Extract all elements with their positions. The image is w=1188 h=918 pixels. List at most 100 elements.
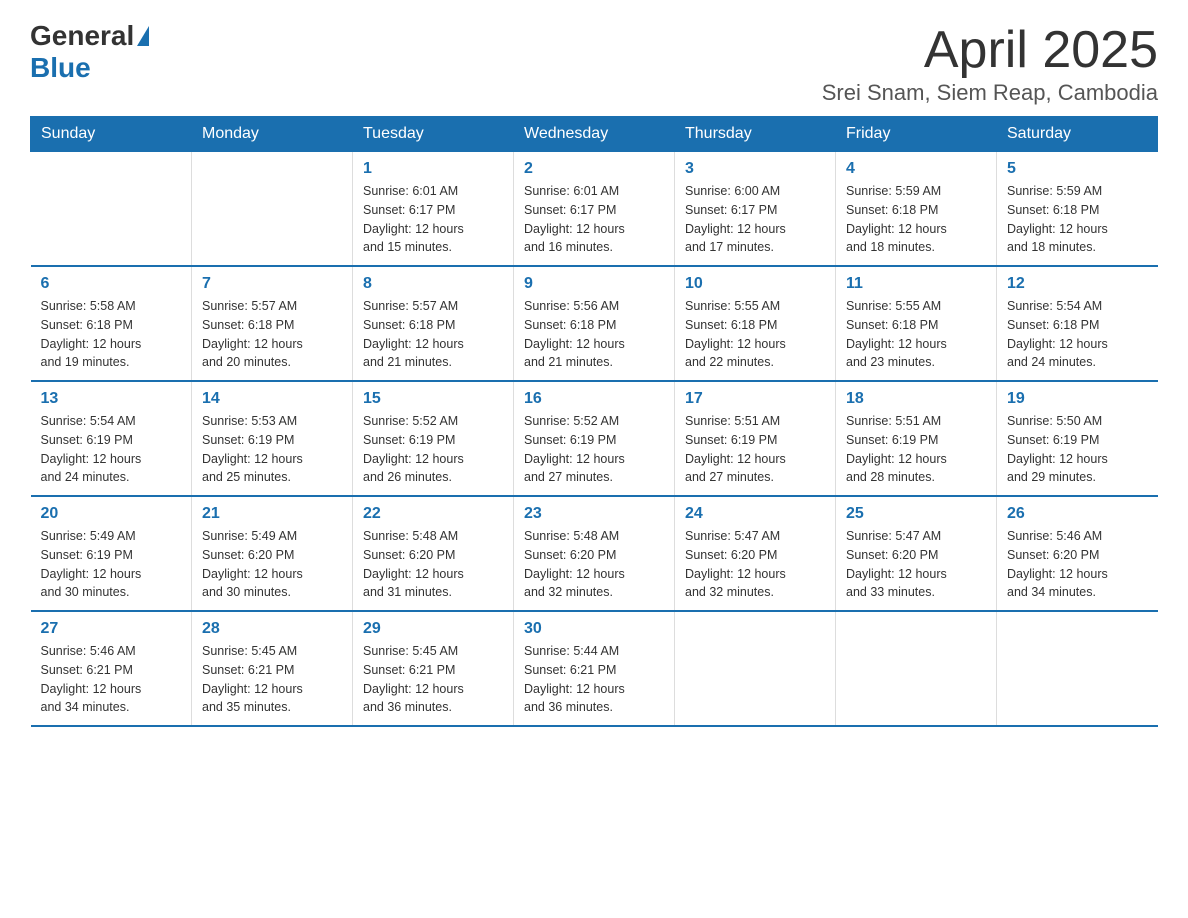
- day-info: Sunrise: 5:52 AMSunset: 6:19 PMDaylight:…: [363, 412, 503, 487]
- calendar-cell: 6Sunrise: 5:58 AMSunset: 6:18 PMDaylight…: [31, 266, 192, 381]
- calendar-cell: 7 Sunrise: 5:57 AMSunset: 6:18 PMDaylight…: [192, 266, 353, 381]
- day-number: 4: [846, 160, 986, 178]
- day-info: Sunrise: 5:46 AMSunset: 6:21 PMDaylight:…: [41, 642, 182, 717]
- day-info: Sunrise: 6:00 AMSunset: 6:17 PMDaylight:…: [685, 182, 825, 257]
- day-info: Sunrise: 6:01 AMSunset: 6:17 PMDaylight:…: [524, 182, 664, 257]
- calendar-cell: 4 Sunrise: 5:59 AMSunset: 6:18 PMDaylight…: [836, 152, 997, 267]
- day-info: Sunrise: 5:59 AMSunset: 6:18 PMDaylight:…: [846, 182, 986, 257]
- day-info: Sunrise: 5:46 AMSunset: 6:20 PMDaylight:…: [1007, 527, 1148, 602]
- logo-blue-text: Blue: [30, 52, 91, 83]
- day-info: Sunrise: 5:53 AMSunset: 6:19 PMDaylight:…: [202, 412, 342, 487]
- calendar-week-4: 20Sunrise: 5:49 AMSunset: 6:19 PMDayligh…: [31, 496, 1158, 611]
- day-info: Sunrise: 5:57 AMSunset: 6:18 PMDaylight:…: [202, 297, 342, 372]
- calendar-table: SundayMondayTuesdayWednesdayThursdayFrid…: [30, 116, 1158, 727]
- day-info: Sunrise: 5:45 AMSunset: 6:21 PMDaylight:…: [363, 642, 503, 717]
- weekday-header-saturday: Saturday: [997, 117, 1158, 152]
- day-info: Sunrise: 5:58 AMSunset: 6:18 PMDaylight:…: [41, 297, 182, 372]
- calendar-cell: [31, 152, 192, 267]
- day-info: Sunrise: 5:52 AMSunset: 6:19 PMDaylight:…: [524, 412, 664, 487]
- day-number: 23: [524, 505, 664, 523]
- calendar-cell: 19 Sunrise: 5:50 AMSunset: 6:19 PMDayligh…: [997, 381, 1158, 496]
- calendar-cell: 22 Sunrise: 5:48 AMSunset: 6:20 PMDayligh…: [353, 496, 514, 611]
- calendar-cell: 24Sunrise: 5:47 AMSunset: 6:20 PMDayligh…: [675, 496, 836, 611]
- calendar-cell: 13Sunrise: 5:54 AMSunset: 6:19 PMDayligh…: [31, 381, 192, 496]
- day-number: 14: [202, 390, 342, 408]
- weekday-header-thursday: Thursday: [675, 117, 836, 152]
- day-info: Sunrise: 5:55 AMSunset: 6:18 PMDaylight:…: [685, 297, 825, 372]
- day-info: Sunrise: 5:48 AMSunset: 6:20 PMDaylight:…: [363, 527, 503, 602]
- day-number: 30: [524, 620, 664, 638]
- calendar-week-5: 27 Sunrise: 5:46 AMSunset: 6:21 PMDayligh…: [31, 611, 1158, 726]
- calendar-cell: [192, 152, 353, 267]
- calendar-cell: 5 Sunrise: 5:59 AMSunset: 6:18 PMDaylight…: [997, 152, 1158, 267]
- day-info: Sunrise: 5:59 AMSunset: 6:18 PMDaylight:…: [1007, 182, 1148, 257]
- day-number: 15: [363, 390, 503, 408]
- calendar-week-2: 6Sunrise: 5:58 AMSunset: 6:18 PMDaylight…: [31, 266, 1158, 381]
- day-info: Sunrise: 5:51 AMSunset: 6:19 PMDaylight:…: [685, 412, 825, 487]
- day-number: 27: [41, 620, 182, 638]
- day-number: 18: [846, 390, 986, 408]
- day-info: Sunrise: 5:57 AMSunset: 6:18 PMDaylight:…: [363, 297, 503, 372]
- calendar-cell: 20Sunrise: 5:49 AMSunset: 6:19 PMDayligh…: [31, 496, 192, 611]
- day-number: 8: [363, 275, 503, 293]
- weekday-header-friday: Friday: [836, 117, 997, 152]
- day-info: Sunrise: 6:01 AMSunset: 6:17 PMDaylight:…: [363, 182, 503, 257]
- header: General Blue April 2025 Srei Snam, Siem …: [30, 20, 1158, 106]
- day-number: 2: [524, 160, 664, 178]
- weekday-header-monday: Monday: [192, 117, 353, 152]
- calendar-subtitle: Srei Snam, Siem Reap, Cambodia: [822, 80, 1158, 106]
- calendar-cell: 29Sunrise: 5:45 AMSunset: 6:21 PMDayligh…: [353, 611, 514, 726]
- calendar-week-3: 13Sunrise: 5:54 AMSunset: 6:19 PMDayligh…: [31, 381, 1158, 496]
- day-number: 16: [524, 390, 664, 408]
- calendar-cell: 18Sunrise: 5:51 AMSunset: 6:19 PMDayligh…: [836, 381, 997, 496]
- day-info: Sunrise: 5:55 AMSunset: 6:18 PMDaylight:…: [846, 297, 986, 372]
- calendar-cell: 15 Sunrise: 5:52 AMSunset: 6:19 PMDayligh…: [353, 381, 514, 496]
- day-number: 11: [846, 275, 986, 293]
- day-number: 22: [363, 505, 503, 523]
- day-number: 17: [685, 390, 825, 408]
- calendar-cell: 1 Sunrise: 6:01 AMSunset: 6:17 PMDaylight…: [353, 152, 514, 267]
- day-info: Sunrise: 5:48 AMSunset: 6:20 PMDaylight:…: [524, 527, 664, 602]
- day-number: 26: [1007, 505, 1148, 523]
- day-info: Sunrise: 5:49 AMSunset: 6:20 PMDaylight:…: [202, 527, 342, 602]
- calendar-cell: [675, 611, 836, 726]
- calendar-title: April 2025: [822, 20, 1158, 80]
- day-info: Sunrise: 5:56 AMSunset: 6:18 PMDaylight:…: [524, 297, 664, 372]
- weekday-header-sunday: Sunday: [31, 117, 192, 152]
- calendar-cell: 25Sunrise: 5:47 AMSunset: 6:20 PMDayligh…: [836, 496, 997, 611]
- logo-triangle-icon: [137, 26, 149, 46]
- day-number: 19: [1007, 390, 1148, 408]
- day-number: 21: [202, 505, 342, 523]
- title-area: April 2025 Srei Snam, Siem Reap, Cambodi…: [822, 20, 1158, 106]
- day-number: 9: [524, 275, 664, 293]
- calendar-header: SundayMondayTuesdayWednesdayThursdayFrid…: [31, 117, 1158, 152]
- calendar-cell: [997, 611, 1158, 726]
- day-info: Sunrise: 5:50 AMSunset: 6:19 PMDaylight:…: [1007, 412, 1148, 487]
- day-info: Sunrise: 5:45 AMSunset: 6:21 PMDaylight:…: [202, 642, 342, 717]
- day-number: 3: [685, 160, 825, 178]
- day-number: 10: [685, 275, 825, 293]
- calendar-cell: 12 Sunrise: 5:54 AMSunset: 6:18 PMDayligh…: [997, 266, 1158, 381]
- day-number: 12: [1007, 275, 1148, 293]
- day-number: 20: [41, 505, 182, 523]
- calendar-cell: 2 Sunrise: 6:01 AMSunset: 6:17 PMDaylight…: [514, 152, 675, 267]
- day-number: 5: [1007, 160, 1148, 178]
- day-info: Sunrise: 5:54 AMSunset: 6:19 PMDaylight:…: [41, 412, 182, 487]
- calendar-week-1: 1 Sunrise: 6:01 AMSunset: 6:17 PMDaylight…: [31, 152, 1158, 267]
- day-number: 7: [202, 275, 342, 293]
- calendar-cell: 9 Sunrise: 5:56 AMSunset: 6:18 PMDaylight…: [514, 266, 675, 381]
- day-number: 24: [685, 505, 825, 523]
- day-info: Sunrise: 5:47 AMSunset: 6:20 PMDaylight:…: [846, 527, 986, 602]
- calendar-cell: 26 Sunrise: 5:46 AMSunset: 6:20 PMDayligh…: [997, 496, 1158, 611]
- day-number: 1: [363, 160, 503, 178]
- calendar-cell: 14 Sunrise: 5:53 AMSunset: 6:19 PMDayligh…: [192, 381, 353, 496]
- day-info: Sunrise: 5:54 AMSunset: 6:18 PMDaylight:…: [1007, 297, 1148, 372]
- calendar-cell: 17 Sunrise: 5:51 AMSunset: 6:19 PMDayligh…: [675, 381, 836, 496]
- weekday-header-wednesday: Wednesday: [514, 117, 675, 152]
- calendar-cell: 21 Sunrise: 5:49 AMSunset: 6:20 PMDayligh…: [192, 496, 353, 611]
- calendar-cell: 23 Sunrise: 5:48 AMSunset: 6:20 PMDayligh…: [514, 496, 675, 611]
- logo-general-text: General: [30, 20, 134, 52]
- calendar-cell: [836, 611, 997, 726]
- logo: General Blue: [30, 20, 149, 84]
- calendar-cell: 28Sunrise: 5:45 AMSunset: 6:21 PMDayligh…: [192, 611, 353, 726]
